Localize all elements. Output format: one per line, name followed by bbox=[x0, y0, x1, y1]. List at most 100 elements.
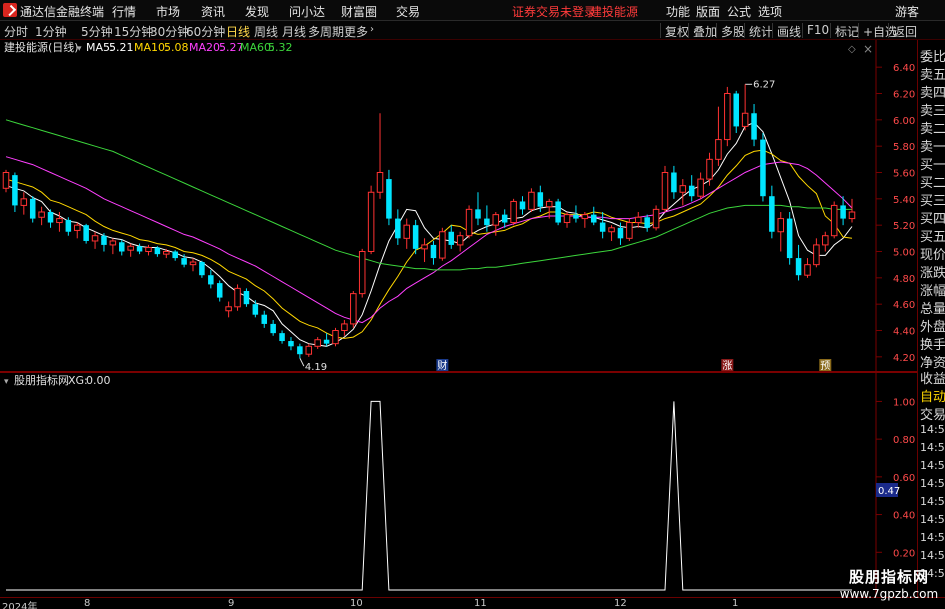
candle-body bbox=[20, 198, 28, 206]
dropdown-chevron-icon[interactable]: ▾ bbox=[77, 44, 82, 54]
date-label: 12 bbox=[614, 598, 627, 609]
menu-item-jiaoyi[interactable]: 交易 bbox=[396, 3, 420, 20]
tick-time: 14:56 bbox=[920, 477, 945, 490]
candle-body bbox=[661, 172, 669, 210]
indicator-chart[interactable]: 1.00 0.80 0.60 0.40 0.20 ▾ 股朋指标网 XG: 0.00 0.… bbox=[0, 372, 945, 597]
menu-item-caifuquan[interactable]: 财富圈 bbox=[341, 3, 377, 20]
sub-chevron-icon[interactable]: ▾ bbox=[4, 377, 9, 387]
tick-time: 14:56 bbox=[920, 531, 945, 544]
fuquan-button[interactable]: 复权 bbox=[660, 23, 689, 39]
candle-body bbox=[751, 113, 757, 140]
main-chart-title: 建投能源(日线) bbox=[4, 40, 79, 54]
tab-30min[interactable]: 30分钟 bbox=[150, 23, 189, 40]
candle-body bbox=[652, 208, 660, 229]
y-tick-label: 5.40 bbox=[893, 195, 915, 206]
stats-button[interactable]: 统计 bbox=[744, 23, 773, 39]
candle-body bbox=[448, 231, 455, 245]
candle-body bbox=[47, 212, 54, 223]
xg-line bbox=[6, 400, 852, 591]
side-label-change-pct: 涨幅 bbox=[920, 284, 945, 299]
y-tick-label: 6.40 bbox=[893, 63, 915, 74]
y-tick-label: 4.20 bbox=[893, 353, 915, 364]
side-label-buy2: 买二 bbox=[920, 176, 945, 191]
menu-item-zixun[interactable]: 资讯 bbox=[201, 3, 225, 20]
candle-body bbox=[172, 251, 178, 259]
login-notice[interactable]: 证券交易未登录 bbox=[512, 3, 596, 20]
order-book-panel: 委比 卖五 卖四 卖三 卖二 卖一 买一 买二 买三 买四 买五 现价 涨跌 涨… bbox=[917, 40, 945, 597]
candle-body bbox=[403, 224, 410, 239]
menu-item-faxian[interactable]: 发现 bbox=[245, 3, 269, 20]
menu-item-wenxiaoda[interactable]: 问小达 bbox=[289, 3, 325, 20]
candle-body bbox=[795, 258, 802, 276]
more-chevron-icon[interactable]: › bbox=[370, 24, 374, 35]
close-icon[interactable]: × bbox=[863, 42, 873, 56]
tab-more[interactable]: 更多 bbox=[344, 23, 368, 40]
menu-item-hangqing[interactable]: 行情 bbox=[112, 3, 136, 20]
candle-body bbox=[119, 242, 125, 252]
tab-1min[interactable]: 1分钟 bbox=[35, 23, 67, 40]
menu-item-gongshi[interactable]: 公式 bbox=[727, 3, 751, 20]
menu-item-xuanxiang[interactable]: 选项 bbox=[758, 3, 782, 20]
candle-body bbox=[617, 227, 624, 239]
candle-body bbox=[581, 214, 589, 220]
low-pointer bbox=[299, 357, 305, 367]
indicator-title: 股朋指标网 bbox=[14, 373, 69, 387]
candle-body bbox=[412, 225, 419, 249]
guest-label[interactable]: 游客 bbox=[895, 3, 919, 20]
tick-time: 14:56 bbox=[920, 459, 945, 472]
side-label-buy5: 买五 bbox=[920, 230, 945, 245]
candle-body bbox=[626, 222, 633, 239]
tab-weekly[interactable]: 周线 bbox=[254, 23, 278, 40]
tab-60min[interactable]: 60分钟 bbox=[186, 23, 225, 40]
ma60-value: 5.32 bbox=[268, 41, 293, 54]
side-trade-label[interactable]: 交易 bbox=[920, 404, 945, 423]
side-label-sell1: 卖一 bbox=[920, 140, 945, 155]
candle-body bbox=[510, 200, 517, 224]
tab-15min[interactable]: 15分钟 bbox=[114, 23, 153, 40]
tick-time: 14:56 bbox=[920, 441, 945, 454]
candle-body bbox=[297, 346, 303, 355]
sub-y-tick-label: 0.60 bbox=[893, 473, 915, 484]
candle-body bbox=[332, 330, 339, 345]
draw-line-button[interactable]: 画线 bbox=[772, 23, 801, 39]
side-label-buy4: 买四 bbox=[920, 212, 945, 227]
candle-body bbox=[421, 244, 428, 250]
candle-body bbox=[786, 218, 793, 259]
tab-daily[interactable]: 日线 bbox=[226, 23, 250, 40]
menu-item-gongneng[interactable]: 功能 bbox=[666, 3, 690, 20]
tab-5min[interactable]: 5分钟 bbox=[81, 23, 113, 40]
candle-body bbox=[109, 240, 117, 246]
tick-time: 14:56 bbox=[920, 549, 945, 562]
app-logo-icon bbox=[3, 3, 17, 17]
candle-body bbox=[386, 179, 392, 219]
sub-y-tick-label: 0.40 bbox=[893, 511, 915, 522]
crosshair-marker-value: 0.47 bbox=[878, 486, 900, 497]
mark-button[interactable]: 标记 bbox=[830, 23, 859, 39]
back-button[interactable]: 返回 bbox=[888, 23, 917, 39]
event-badge-label: 预 bbox=[820, 360, 830, 372]
candle-body bbox=[599, 222, 606, 232]
candle-body bbox=[154, 247, 161, 255]
kline-chart[interactable]: 6.40 6.20 6.00 5.80 5.60 5.40 5.20 5.00 4.80 4.60… bbox=[0, 40, 945, 372]
date-axis: 2024年 8 9 10 11 12 1 bbox=[0, 597, 945, 609]
diamond-icon[interactable]: ◇ bbox=[848, 44, 856, 55]
f10-button[interactable]: F10 bbox=[802, 23, 829, 38]
multi-stock-button[interactable]: 多股 bbox=[716, 23, 745, 39]
candle-body bbox=[777, 218, 785, 233]
menu-item-shichang[interactable]: 市场 bbox=[156, 3, 180, 20]
candle-body bbox=[635, 216, 642, 224]
candle-body bbox=[243, 291, 250, 305]
candle-body bbox=[528, 191, 535, 210]
candle-body bbox=[545, 200, 553, 208]
candle-body bbox=[760, 139, 766, 197]
tab-multi-period[interactable]: 多周期 bbox=[308, 23, 344, 40]
menu-item-banmian[interactable]: 版面 bbox=[696, 3, 720, 20]
watermark-url: www.7gpzb.com bbox=[839, 587, 939, 601]
candle-body bbox=[733, 93, 739, 127]
candle-body bbox=[848, 211, 856, 220]
tab-fenshi[interactable]: 分时 bbox=[4, 23, 28, 40]
side-auto-label[interactable]: 自动 bbox=[920, 386, 945, 405]
overlay-button[interactable]: 叠加 bbox=[688, 23, 717, 39]
tab-monthly[interactable]: 月线 bbox=[282, 23, 306, 40]
candle-body bbox=[2, 172, 10, 189]
